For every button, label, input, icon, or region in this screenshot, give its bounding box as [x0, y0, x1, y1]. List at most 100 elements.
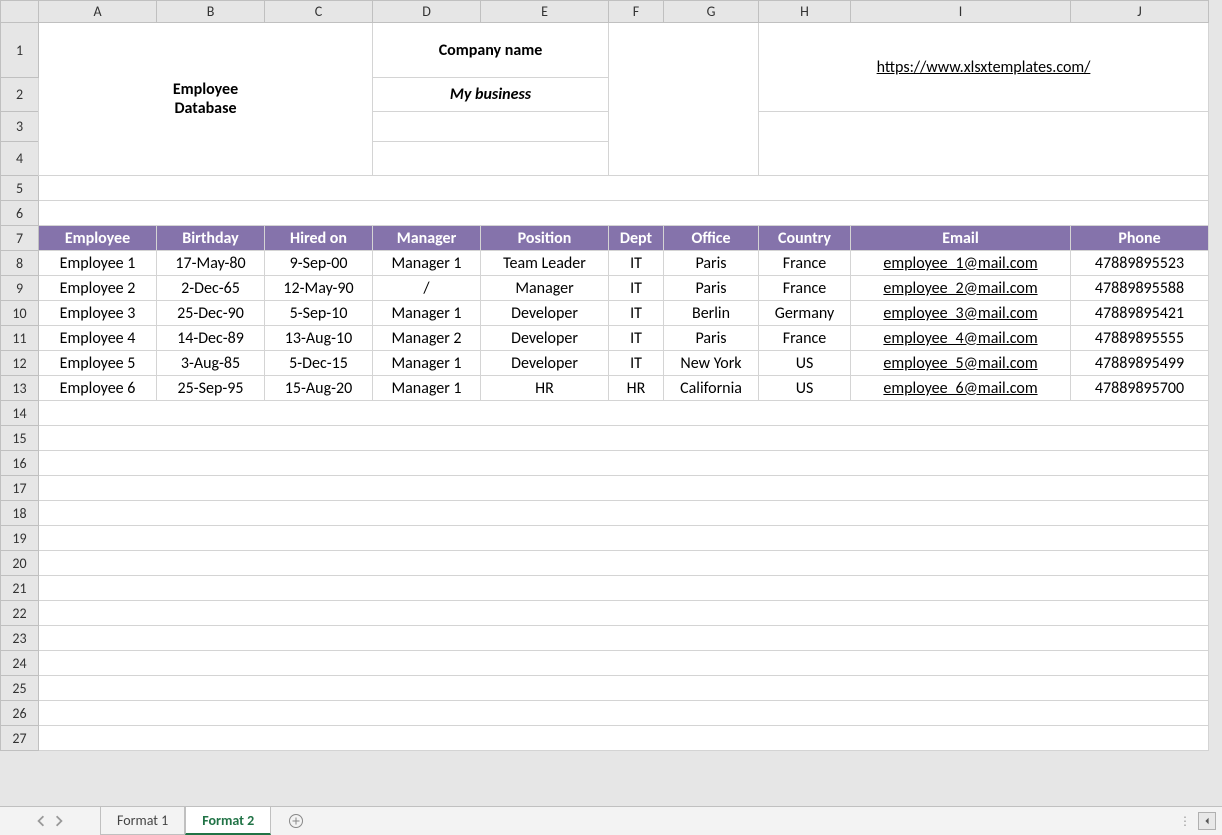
- row-header-17[interactable]: 17: [1, 476, 39, 501]
- cell-country[interactable]: Germany: [759, 301, 851, 326]
- cell-email[interactable]: employee_3@mail.com: [851, 301, 1071, 326]
- cell-birthday[interactable]: 3-Aug-85: [157, 351, 265, 376]
- col-header-I[interactable]: I: [851, 1, 1071, 23]
- cell-employee[interactable]: Employee 4: [39, 326, 157, 351]
- row-header-5[interactable]: 5: [1, 176, 39, 201]
- row-blank[interactable]: [39, 401, 1209, 426]
- cell-hired[interactable]: 5-Sep-10: [265, 301, 373, 326]
- cell-phone[interactable]: 47889895555: [1071, 326, 1209, 351]
- cell-birthday[interactable]: 25-Dec-90: [157, 301, 265, 326]
- col-header-D[interactable]: D: [373, 1, 481, 23]
- cell-country[interactable]: France: [759, 326, 851, 351]
- row-header-19[interactable]: 19: [1, 526, 39, 551]
- cell-phone[interactable]: 47889895421: [1071, 301, 1209, 326]
- cell-hired[interactable]: 15-Aug-20: [265, 376, 373, 401]
- th-country[interactable]: Country: [759, 226, 851, 251]
- cell-manager[interactable]: Manager 1: [373, 301, 481, 326]
- row-header-27[interactable]: 27: [1, 726, 39, 751]
- cell-employee[interactable]: Employee 6: [39, 376, 157, 401]
- cell-employee[interactable]: Employee 5: [39, 351, 157, 376]
- col-header-C[interactable]: C: [265, 1, 373, 23]
- cell-birthday[interactable]: 2-Dec-65: [157, 276, 265, 301]
- cell-country[interactable]: US: [759, 376, 851, 401]
- cell-phone[interactable]: 47889895499: [1071, 351, 1209, 376]
- row-header-9[interactable]: 9: [1, 276, 39, 301]
- row-header-13[interactable]: 13: [1, 376, 39, 401]
- cell-F1-blank[interactable]: [609, 23, 759, 176]
- row-blank[interactable]: [39, 426, 1209, 451]
- cell-position[interactable]: Developer: [481, 326, 609, 351]
- cell-employee[interactable]: Employee 3: [39, 301, 157, 326]
- row-header-15[interactable]: 15: [1, 426, 39, 451]
- scroll-left-button[interactable]: [1198, 812, 1216, 830]
- cell-manager[interactable]: Manager 2: [373, 326, 481, 351]
- add-sheet-button[interactable]: [279, 813, 313, 829]
- cell-hired[interactable]: 13-Aug-10: [265, 326, 373, 351]
- cell-phone[interactable]: 47889895700: [1071, 376, 1209, 401]
- col-header-E[interactable]: E: [481, 1, 609, 23]
- row-header-12[interactable]: 12: [1, 351, 39, 376]
- cell-employee[interactable]: Employee 1: [39, 251, 157, 276]
- cell-position[interactable]: HR: [481, 376, 609, 401]
- grid-area[interactable]: A B C D E F G H I J 1 Employee Database …: [0, 0, 1222, 806]
- row-header-22[interactable]: 22: [1, 601, 39, 626]
- cell-manager[interactable]: Manager 1: [373, 351, 481, 376]
- cell-office[interactable]: Paris: [664, 326, 759, 351]
- row-header-20[interactable]: 20: [1, 551, 39, 576]
- company-sub-row-1[interactable]: [373, 112, 609, 142]
- col-header-G[interactable]: G: [664, 1, 759, 23]
- row-header-14[interactable]: 14: [1, 401, 39, 426]
- cell-office[interactable]: Paris: [664, 276, 759, 301]
- row-6-blank[interactable]: [39, 201, 1209, 226]
- cell-country[interactable]: France: [759, 251, 851, 276]
- cell-position[interactable]: Developer: [481, 301, 609, 326]
- row-blank[interactable]: [39, 526, 1209, 551]
- cell-office[interactable]: Paris: [664, 251, 759, 276]
- row-header-3[interactable]: 3: [1, 112, 39, 142]
- row-blank[interactable]: [39, 601, 1209, 626]
- cell-position[interactable]: Manager: [481, 276, 609, 301]
- cell-email[interactable]: employee_4@mail.com: [851, 326, 1071, 351]
- row-blank[interactable]: [39, 576, 1209, 601]
- row-blank[interactable]: [39, 651, 1209, 676]
- row-header-10[interactable]: 10: [1, 301, 39, 326]
- row-blank[interactable]: [39, 726, 1209, 751]
- row-header-23[interactable]: 23: [1, 626, 39, 651]
- cell-phone[interactable]: 47889895523: [1071, 251, 1209, 276]
- col-header-H[interactable]: H: [759, 1, 851, 23]
- row-blank[interactable]: [39, 476, 1209, 501]
- row-header-8[interactable]: 8: [1, 251, 39, 276]
- th-phone[interactable]: Phone: [1071, 226, 1209, 251]
- th-manager[interactable]: Manager: [373, 226, 481, 251]
- template-link[interactable]: https://www.xlsxtemplates.com/: [759, 23, 1209, 112]
- cell-position[interactable]: Team Leader: [481, 251, 609, 276]
- cell-birthday[interactable]: 17-May-80: [157, 251, 265, 276]
- cell-hired[interactable]: 12-May-90: [265, 276, 373, 301]
- col-header-A[interactable]: A: [39, 1, 157, 23]
- company-name-label[interactable]: Company name: [373, 23, 609, 78]
- row-blank[interactable]: [39, 676, 1209, 701]
- row-header-1[interactable]: 1: [1, 23, 39, 78]
- cell-dept[interactable]: IT: [609, 301, 664, 326]
- cell-office[interactable]: Berlin: [664, 301, 759, 326]
- cell-office[interactable]: California: [664, 376, 759, 401]
- cell-email[interactable]: employee_6@mail.com: [851, 376, 1071, 401]
- row-header-18[interactable]: 18: [1, 501, 39, 526]
- tab-scroll-controls[interactable]: [0, 807, 100, 835]
- cell-dept[interactable]: IT: [609, 351, 664, 376]
- cell-manager[interactable]: /: [373, 276, 481, 301]
- cell-dept[interactable]: IT: [609, 276, 664, 301]
- row-blank[interactable]: [39, 501, 1209, 526]
- row-header-25[interactable]: 25: [1, 676, 39, 701]
- title-block[interactable]: Employee Database: [39, 23, 373, 176]
- row-header-21[interactable]: 21: [1, 576, 39, 601]
- cell-H3-blank[interactable]: [759, 112, 1209, 176]
- cell-manager[interactable]: Manager 1: [373, 376, 481, 401]
- cell-hired[interactable]: 9-Sep-00: [265, 251, 373, 276]
- row-blank[interactable]: [39, 551, 1209, 576]
- cell-position[interactable]: Developer: [481, 351, 609, 376]
- cell-email[interactable]: employee_1@mail.com: [851, 251, 1071, 276]
- row-5-blank[interactable]: [39, 176, 1209, 201]
- cell-manager[interactable]: Manager 1: [373, 251, 481, 276]
- drag-handle-icon[interactable]: ⋮: [1179, 814, 1192, 829]
